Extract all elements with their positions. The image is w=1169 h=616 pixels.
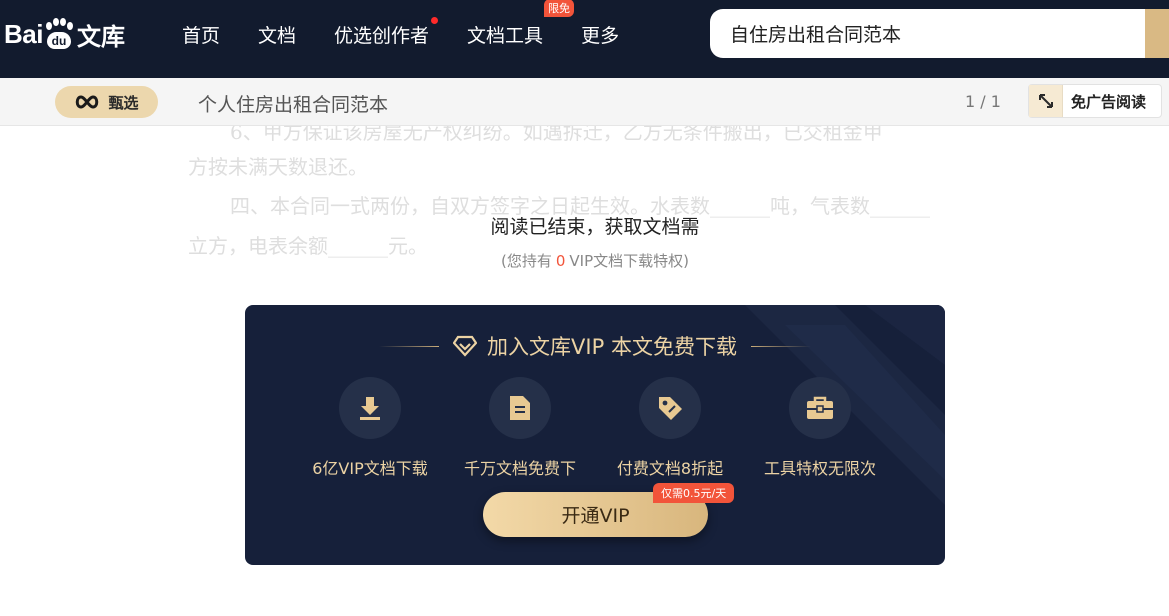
document-title: 个人住房出租合同范本 [198,94,389,116]
price-promo-badge: 仅需0.5元/天 [653,483,735,503]
pick-badge[interactable]: 甄选 [55,86,158,118]
vip-feature-free-docs: 千万文档免费下 [445,377,595,479]
paw-icon: du [44,18,74,50]
reading-ended-message: 阅读已结束，获取文档需 [490,216,700,238]
ad-free-label: 免广告阅读 [1071,92,1147,111]
logo-text-bai: Bai [4,18,43,49]
expand-arrows-icon [1029,85,1063,117]
vip-card-title: 加入文库VIP 本文免费下载 [487,335,737,359]
price-tag-icon [639,377,701,439]
feature-label: 6亿VIP文档下载 [312,459,428,478]
document-toolbar: 甄选 个人住房出租合同范本 1 / 1 免广告阅读 [0,78,1169,126]
nav-item-label: 文档 [258,24,297,47]
vip-card-header: 加入文库VIP 本文免费下载 [245,331,945,361]
document-line: 方按未满天数退还。 [188,155,368,179]
nav-item-creators[interactable]: 优选创作者 [334,16,439,48]
search-value: 自住房出租合同范本 [730,24,902,46]
logo-text-wenku: 文库 [76,22,125,51]
nav-item-label: 首页 [182,24,221,47]
divider [750,345,811,347]
document-icon [489,377,551,439]
vip-privilege-count: (您持有 0 VIP文档下载特权) [0,250,1169,271]
notification-dot [431,16,439,24]
vip-hold-prefix: (您持有 [501,252,552,270]
open-vip-label: 开通VIP [561,505,630,527]
toolbox-icon [789,377,851,439]
page-counter: 1 / 1 [965,92,1001,111]
download-icon [339,377,401,439]
document-line: 6、甲方保证该房屋无产权纠纷。如遇拆迁，乙方无条件搬出，已交租金甲 [230,126,883,144]
nav-item-label: 文档工具 [467,24,544,47]
feature-label: 工具特权无限次 [763,459,876,478]
search-input[interactable]: 自住房出租合同范本 [710,9,1169,58]
vip-hold-count: 0 [555,252,566,270]
diamond-icon [453,335,478,357]
vip-feature-tools: 工具特权无限次 [745,377,895,479]
vip-feature-discount: 付费文档8折起 [595,377,745,479]
feature-label: 付费文档8折起 [616,459,724,478]
top-navbar: Bai du 文库 首页 文档 优选创作者 文档工具 限免 更多 自住房出租合同… [0,0,1169,78]
ad-free-reading-button[interactable]: 免广告阅读 [1028,84,1162,118]
baidu-wenku-logo[interactable]: Bai du 文库 [4,14,125,54]
nav-item-doc-tools[interactable]: 文档工具 限免 [467,0,575,48]
vip-feature-download: 6亿VIP文档下载 [295,377,445,479]
nav-item-home[interactable]: 首页 [182,21,220,48]
nav-item-docs[interactable]: 文档 [258,21,296,48]
divider [379,345,440,347]
vip-promo-card: 加入文库VIP 本文免费下载 6亿VIP文档下载 千万文档免费下 付费文档8折起… [245,305,945,565]
nav-item-label: 优选创作者 [334,24,430,47]
main-nav: 首页 文档 优选创作者 文档工具 限免 更多 [182,0,657,68]
feature-label: 千万文档免费下 [463,459,576,478]
nav-item-more[interactable]: 更多 [581,21,619,48]
infinity-icon [76,95,99,109]
vip-hold-suffix: VIP文档下载特权) [569,252,689,270]
search-button[interactable] [1145,9,1169,58]
logo-text-du: du [46,32,71,49]
nav-item-label: 更多 [581,24,620,47]
pick-badge-label: 甄选 [108,93,139,112]
limited-free-badge: 限免 [544,0,575,17]
